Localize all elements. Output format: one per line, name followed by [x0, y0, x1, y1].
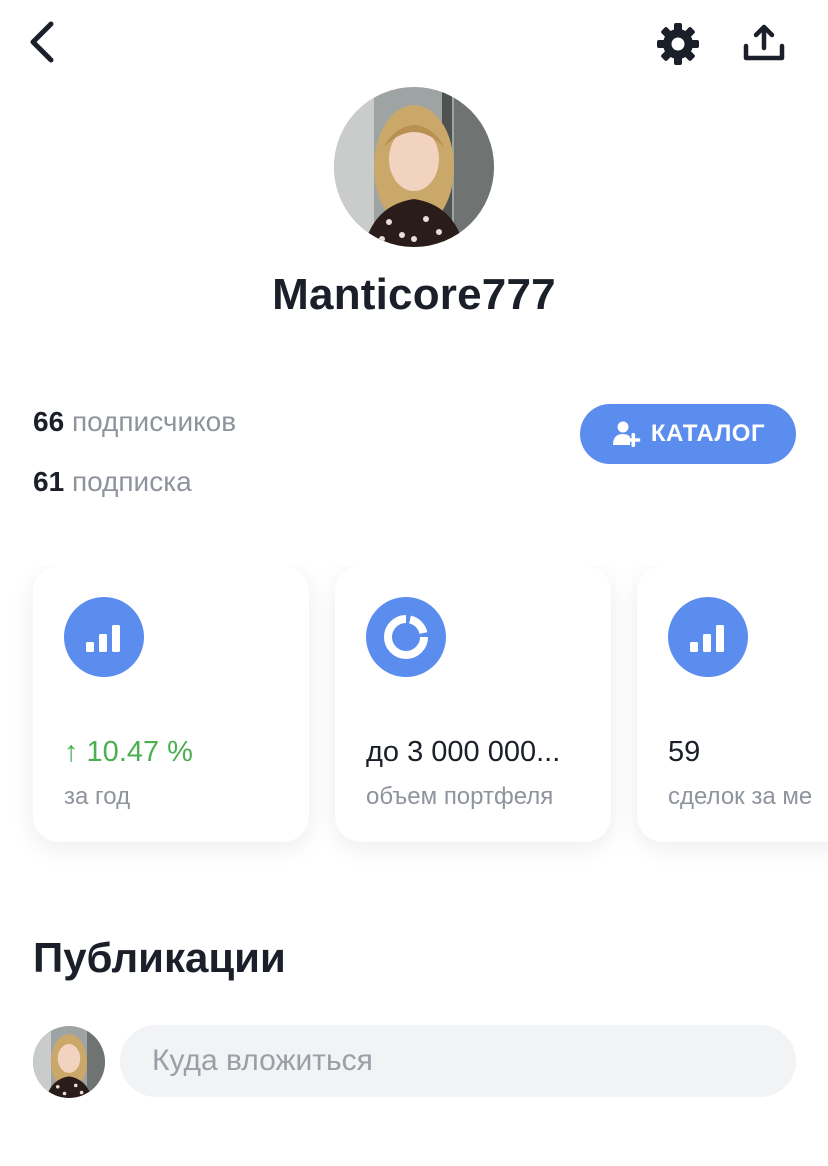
- bar-chart-icon: [668, 597, 748, 677]
- stat-card-value: ↑ 10.47 %: [64, 736, 193, 768]
- share-button[interactable]: [738, 18, 790, 70]
- back-button[interactable]: [18, 18, 66, 66]
- followers-number: 66: [33, 406, 65, 437]
- following-number: 61: [33, 466, 65, 497]
- bar-chart-icon: [64, 597, 144, 677]
- avatar-image: [334, 87, 494, 247]
- stat-card-value: до 3 000 000...: [366, 736, 561, 768]
- followers-label: подписчиков: [71, 406, 237, 437]
- stat-card-label: объем портфеля: [366, 783, 554, 810]
- gear-icon: [657, 23, 699, 65]
- donut-chart-icon: [366, 597, 446, 677]
- composer-avatar: [33, 1026, 105, 1098]
- stat-card-label: за год: [64, 783, 131, 810]
- publications-title: Публикации: [33, 934, 286, 981]
- following-label: подписка: [71, 466, 192, 497]
- stat-card-value: 59: [668, 736, 701, 768]
- following-count[interactable]: 61 подписка: [33, 466, 192, 498]
- add-user-icon: [612, 421, 641, 447]
- chevron-left-icon: [30, 21, 54, 63]
- share-upload-icon: [743, 24, 785, 61]
- profile-username: Manticore777: [272, 270, 556, 319]
- stat-card-label: сделок за ме: [668, 783, 813, 810]
- stats-carousel[interactable]: ↑ 10.47 % за год до 3 000 000... объем п…: [0, 566, 828, 866]
- stat-card-trades[interactable]: 59 сделок за ме: [637, 566, 828, 842]
- stat-card-portfolio-size[interactable]: до 3 000 000... объем портфеля: [335, 566, 611, 842]
- catalog-button[interactable]: КАТАЛОГ: [580, 404, 796, 464]
- publication-input[interactable]: [120, 1025, 796, 1097]
- avatar-image: [33, 1026, 105, 1098]
- settings-button[interactable]: [652, 18, 704, 70]
- profile-avatar[interactable]: [334, 87, 494, 247]
- followers-count[interactable]: 66 подписчиков: [33, 406, 236, 438]
- stat-card-annual-return[interactable]: ↑ 10.47 % за год: [33, 566, 309, 842]
- catalog-button-label: КАТАЛОГ: [650, 420, 766, 447]
